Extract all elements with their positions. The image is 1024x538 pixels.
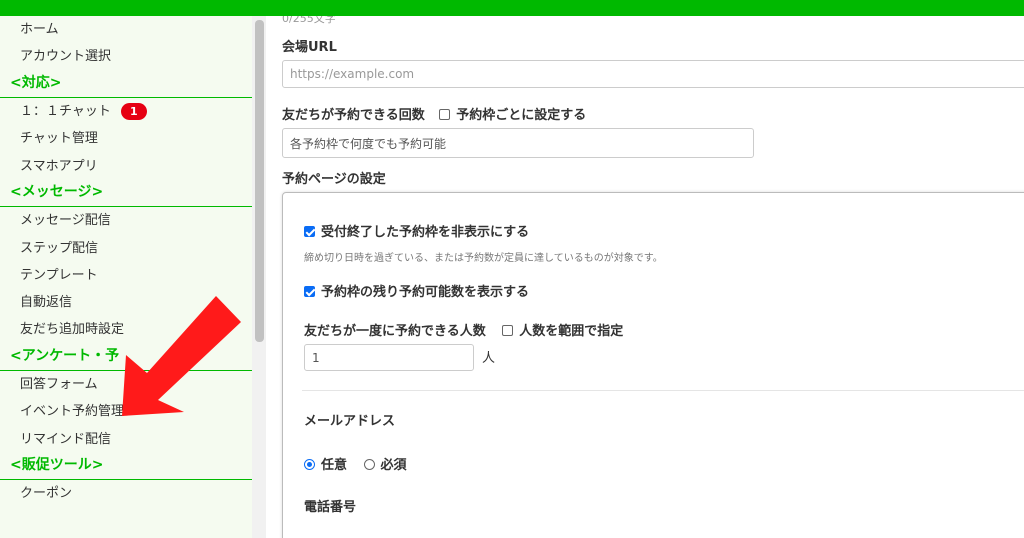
hide-closed-label: 受付終了した予約枠を非表示にする xyxy=(321,225,530,240)
sidebar-scrollbar[interactable] xyxy=(252,16,266,538)
sidebar-item-auto-reply[interactable]: 自動返信 xyxy=(0,289,252,316)
sidebar-item-label: １：１チャット xyxy=(20,104,111,120)
sidebar-nav: ホーム アカウント選択 <対応> １：１チャット 1 チャット管理 スマホアプリ … xyxy=(0,16,252,538)
people-count-row: 友だちが一度に予約できる人数 人数を範囲で指定 xyxy=(304,320,623,339)
people-count-unit: 人 xyxy=(482,351,496,366)
sidebar-item-label: メッセージ配信 xyxy=(20,213,111,229)
radio-optional[interactable] xyxy=(304,459,315,470)
show-remaining-checkbox[interactable] xyxy=(304,286,315,297)
sidebar-item-reminder-delivery[interactable]: リマインド配信 xyxy=(0,425,252,452)
sidebar-item-label: ホーム xyxy=(20,22,59,38)
sidebar-item-template[interactable]: テンプレート xyxy=(0,262,252,289)
sidebar-item-label: テンプレート xyxy=(20,267,98,283)
show-remaining-row[interactable]: 予約枠の残り予約可能数を表示する xyxy=(304,281,529,300)
range-checkbox[interactable] xyxy=(502,325,514,336)
email-option-optional-label: 任意 xyxy=(321,458,348,473)
email-option-optional[interactable]: 任意 xyxy=(304,458,347,473)
sidebar-item-account-select[interactable]: アカウント選択 xyxy=(0,43,252,70)
booking-count-label: 友だちが予約できる回数 xyxy=(282,108,425,123)
sidebar-section-message: <メッセージ> xyxy=(0,180,252,208)
per-slot-checkbox-group[interactable]: 予約枠ごとに設定する xyxy=(439,108,586,123)
sidebar-item-label: 自動返信 xyxy=(20,295,73,311)
main-content: 0/255文字 会場URL https://example.com 友だちが予約… xyxy=(266,16,1024,538)
per-slot-checkbox[interactable] xyxy=(439,109,451,120)
sidebar-item-event-booking[interactable]: イベント予約管理 xyxy=(0,398,252,425)
sidebar-item-label: クーポン xyxy=(20,486,73,502)
sidebar-item-step-delivery[interactable]: ステップ配信 xyxy=(0,234,252,261)
email-option-required[interactable]: 必須 xyxy=(363,458,407,473)
email-label: メールアドレス xyxy=(304,414,396,429)
sidebar-section-survey: <アンケート・予 xyxy=(0,344,252,371)
booking-count-select[interactable]: 各予約枠で何度でも予約可能 xyxy=(282,128,754,158)
people-count-label: 友だちが一度に予約できる人数 xyxy=(304,324,486,339)
sidebar-item-coupon[interactable]: クーポン xyxy=(0,480,252,507)
top-header-bar xyxy=(0,0,1024,16)
venue-url-input[interactable]: https://example.com xyxy=(282,60,1024,88)
sidebar-item-label: チャット管理 xyxy=(20,131,98,147)
email-option-required-label: 必須 xyxy=(380,458,407,473)
hide-closed-checkbox[interactable] xyxy=(304,226,315,237)
sidebar-item-chat-management[interactable]: チャット管理 xyxy=(0,125,252,152)
sidebar-item-home[interactable]: ホーム xyxy=(0,16,252,43)
section-divider xyxy=(302,390,1024,391)
sidebar-item-label: 友だち追加時設定 xyxy=(20,322,125,338)
show-remaining-label: 予約枠の残り予約可能数を表示する xyxy=(321,285,530,300)
sidebar-item-message-delivery[interactable]: メッセージ配信 xyxy=(0,207,252,234)
sidebar-section-support: <対応> xyxy=(0,71,252,98)
sidebar-item-label: スマホアプリ xyxy=(20,158,98,174)
sidebar-item-answer-form[interactable]: 回答フォーム xyxy=(0,371,252,398)
sidebar-item-label: 回答フォーム xyxy=(20,377,98,392)
scrollbar-thumb[interactable] xyxy=(255,20,264,342)
hide-closed-note: 締め切り日時を過ぎている、または予約数が定員に達しているものが対象です。 xyxy=(304,253,663,264)
email-options: 任意 必須 xyxy=(304,454,407,473)
booking-page-title: 予約ページの設定 xyxy=(282,172,386,187)
sidebar-item-label: イベント予約管理 xyxy=(20,404,125,420)
radio-required[interactable] xyxy=(363,459,375,470)
range-checkbox-label: 人数を範囲で指定 xyxy=(519,324,624,339)
per-slot-checkbox-label: 予約枠ごとに設定する xyxy=(456,108,587,123)
sidebar-section-promotion: <販促ツール> xyxy=(0,453,252,481)
char-counter: 0/255文字 xyxy=(282,16,336,25)
sidebar-item-one-to-one-chat[interactable]: １：１チャット 1 xyxy=(0,98,252,125)
sidebar-item-friend-add-settings[interactable]: 友だち追加時設定 xyxy=(0,316,252,343)
sidebar-item-label: リマインド配信 xyxy=(20,431,112,447)
unread-count-badge: 1 xyxy=(120,103,147,121)
range-checkbox-group[interactable]: 人数を範囲で指定 xyxy=(502,324,623,339)
booking-count-row: 友だちが予約できる回数 予約枠ごとに設定する xyxy=(282,104,586,123)
sidebar-item-label: ステップ配信 xyxy=(20,240,99,256)
venue-url-label: 会場URL xyxy=(282,40,337,55)
sidebar-item-smartphone-app[interactable]: スマホアプリ xyxy=(0,152,252,179)
sidebar-item-label: アカウント選択 xyxy=(20,49,112,65)
phone-label: 電話番号 xyxy=(304,500,357,515)
hide-closed-row[interactable]: 受付終了した予約枠を非表示にする xyxy=(304,221,529,240)
people-count-input[interactable]: 1 xyxy=(304,344,474,371)
